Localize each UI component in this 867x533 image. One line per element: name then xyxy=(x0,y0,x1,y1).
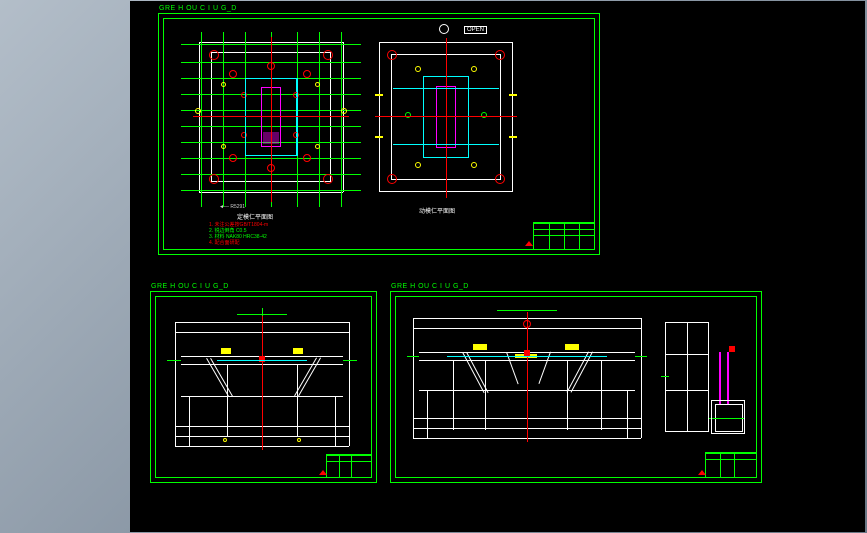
titleblock-top xyxy=(533,222,595,250)
view-section-front xyxy=(167,308,357,458)
caption-cavity-plan: 定模仁平面图 xyxy=(237,212,273,221)
sheet-right-title: GRE H OU C I U G_D xyxy=(391,283,469,290)
view-cavity-plan xyxy=(181,32,361,207)
view-detail-latch xyxy=(659,316,747,444)
north-circle xyxy=(439,24,449,34)
view-core-plan xyxy=(371,36,521,201)
sheet-right: GRE H OU C I U G_D xyxy=(390,291,762,483)
caption-direction: ◄— R5291 xyxy=(219,204,245,210)
titleblock-right xyxy=(705,452,757,478)
notes-block: 1. 未注公差按GB/T1804-m 2. 锐边倒角 C0.5 3. 材料 NA… xyxy=(209,222,268,246)
sheet-top: GRE H OU C I U G_D OPEN xyxy=(158,13,600,255)
caption-core-plan: 动模仁平面图 xyxy=(419,206,455,215)
note-line-4: 4. 配合面研配 xyxy=(209,240,268,246)
sheet-left-title: GRE H OU C I U G_D xyxy=(151,283,229,290)
viewport-backdrop: GRE H OU C I U G_D OPEN xyxy=(0,0,867,533)
rev-mark-left xyxy=(319,470,327,475)
rev-mark-right xyxy=(698,470,706,475)
cad-canvas[interactable]: GRE H OU C I U G_D OPEN xyxy=(130,1,865,532)
direction-open: OPEN xyxy=(464,26,487,34)
sheet-top-title: GRE H OU C I U G_D xyxy=(159,5,237,12)
rev-mark-top xyxy=(525,241,533,246)
view-section-side xyxy=(407,306,647,456)
sheet-left: GRE H OU C I U G_D xyxy=(150,291,377,483)
